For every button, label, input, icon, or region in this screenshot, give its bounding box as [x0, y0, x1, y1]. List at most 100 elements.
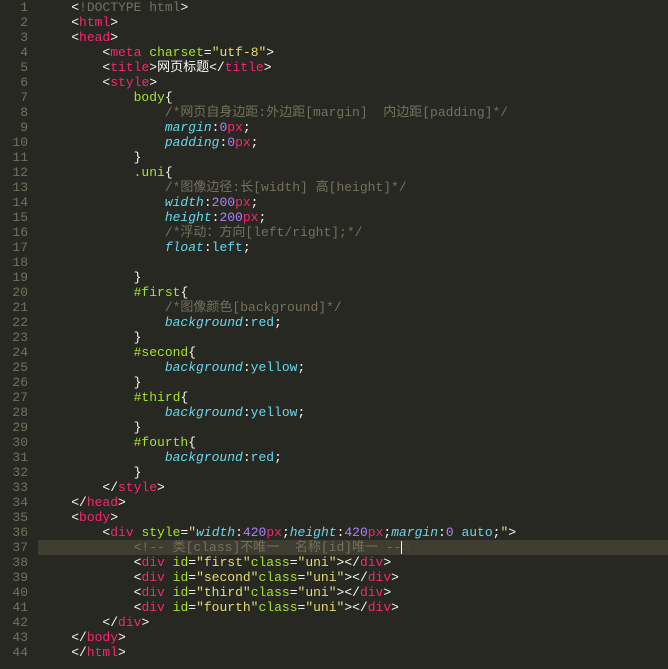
- code-line[interactable]: /*图像颜色[background]*/: [38, 300, 668, 315]
- token-pun: =: [188, 600, 196, 615]
- token-tag: style: [118, 480, 157, 495]
- token-pun: >: [110, 15, 118, 30]
- token-sel: #second: [134, 345, 189, 360]
- token-tag: title: [225, 60, 264, 75]
- line-number: 34: [0, 495, 28, 510]
- token-pun: >: [149, 75, 157, 90]
- code-line[interactable]: }: [38, 420, 668, 435]
- line-number: 37: [0, 540, 28, 555]
- token-attr: class: [259, 600, 298, 615]
- token-str: "uni": [298, 585, 337, 600]
- token-pun: ;: [274, 315, 282, 330]
- line-number: 31: [0, 450, 28, 465]
- code-line[interactable]: width:200px;: [38, 195, 668, 210]
- code-line[interactable]: background:red;: [38, 450, 668, 465]
- code-line[interactable]: <html>: [38, 15, 668, 30]
- code-line[interactable]: height:200px;: [38, 210, 668, 225]
- token-pun: >: [391, 570, 399, 585]
- token-sel: .uni: [134, 165, 165, 180]
- line-number: 3: [0, 30, 28, 45]
- code-line[interactable]: }: [38, 330, 668, 345]
- token-pun: 网页标题: [157, 60, 209, 75]
- token-tag: html: [87, 645, 118, 660]
- token-str: "third": [196, 585, 251, 600]
- code-line[interactable]: background:yellow;: [38, 360, 668, 375]
- token-prop: background: [165, 360, 243, 375]
- code-line[interactable]: <title>网页标题</title>: [38, 60, 668, 75]
- code-line[interactable]: background:red;: [38, 315, 668, 330]
- code-editor[interactable]: 1234567891011121314151617181920212223242…: [0, 0, 668, 669]
- token-unit: px: [266, 525, 282, 540]
- token-pun: }: [134, 465, 142, 480]
- token-unit: px: [368, 525, 384, 540]
- token-pun: >: [118, 630, 126, 645]
- token-unit: px: [243, 210, 259, 225]
- token-attr: class: [259, 570, 298, 585]
- code-line[interactable]: float:left;: [38, 240, 668, 255]
- code-line[interactable]: .uni{: [38, 165, 668, 180]
- line-number: 21: [0, 300, 28, 315]
- code-line[interactable]: <div id="first"class="uni"></div>: [38, 555, 668, 570]
- token-pun: ;: [282, 525, 290, 540]
- token-num: 200: [219, 210, 242, 225]
- code-line[interactable]: /*浮动：方向[left/right];*/: [38, 225, 668, 240]
- code-line[interactable]: <body>: [38, 510, 668, 525]
- line-number: 17: [0, 240, 28, 255]
- code-line[interactable]: <div id="third"class="uni"></div>: [38, 585, 668, 600]
- token-pun: ></: [344, 600, 367, 615]
- code-line[interactable]: }: [38, 465, 668, 480]
- code-line[interactable]: <!DOCTYPE html>: [38, 0, 668, 15]
- code-line[interactable]: </html>: [38, 645, 668, 660]
- code-line[interactable]: <style>: [38, 75, 668, 90]
- token-str: "utf-8": [212, 45, 267, 60]
- code-line[interactable]: </div>: [38, 615, 668, 630]
- code-line[interactable]: #second{: [38, 345, 668, 360]
- code-line[interactable]: <div id="second"class="uni"></div>: [38, 570, 668, 585]
- line-number: 35: [0, 510, 28, 525]
- token-com: /*图像边径:长[width] 高[height]*/: [165, 180, 407, 195]
- code-line[interactable]: #first{: [38, 285, 668, 300]
- line-number: 38: [0, 555, 28, 570]
- token-pun: ;: [251, 135, 259, 150]
- line-number: 23: [0, 330, 28, 345]
- token-pun: {: [180, 285, 188, 300]
- code-line[interactable]: /*网页自身边距:外边距[margin] 内边距[padding]*/: [38, 105, 668, 120]
- token-tag: head: [79, 30, 110, 45]
- code-line[interactable]: <head>: [38, 30, 668, 45]
- token-tag: html: [79, 15, 110, 30]
- code-line[interactable]: padding:0px;: [38, 135, 668, 150]
- code-line[interactable]: #fourth{: [38, 435, 668, 450]
- token-sel: #third: [134, 390, 181, 405]
- token-pun: {: [180, 390, 188, 405]
- code-line[interactable]: <div id="fourth"class="uni"></div>: [38, 600, 668, 615]
- token-pun: =: [188, 555, 196, 570]
- code-line[interactable]: [38, 255, 668, 270]
- code-line[interactable]: }: [38, 150, 668, 165]
- token-pun: </: [102, 615, 118, 630]
- token-str: ": [188, 525, 196, 540]
- token-pun: >: [110, 510, 118, 525]
- code-line[interactable]: <meta charset="utf-8">: [38, 45, 668, 60]
- code-line[interactable]: </head>: [38, 495, 668, 510]
- token-pun: ></: [337, 555, 360, 570]
- code-line[interactable]: /*图像边径:长[width] 高[height]*/: [38, 180, 668, 195]
- token-pun: </: [71, 630, 87, 645]
- token-str: "second": [196, 570, 258, 585]
- token-unit: px: [227, 120, 243, 135]
- code-line[interactable]: </style>: [38, 480, 668, 495]
- code-area[interactable]: <!DOCTYPE html> <html> <head> <meta char…: [38, 0, 668, 669]
- code-line[interactable]: }: [38, 375, 668, 390]
- code-line[interactable]: body{: [38, 90, 668, 105]
- code-line[interactable]: margin:0px;: [38, 120, 668, 135]
- token-pun: <: [71, 510, 79, 525]
- token-num: 420: [243, 525, 266, 540]
- line-number: 24: [0, 345, 28, 360]
- token-tag: div: [141, 555, 164, 570]
- code-line[interactable]: <!-- 类[class]不唯一 名称[id]唯一 -->: [38, 540, 668, 555]
- code-line[interactable]: </body>: [38, 630, 668, 645]
- code-line[interactable]: #third{: [38, 390, 668, 405]
- code-line[interactable]: <div style="width:420px;height:420px;mar…: [38, 525, 668, 540]
- code-line[interactable]: }: [38, 270, 668, 285]
- token-pun: ></: [344, 570, 367, 585]
- code-line[interactable]: background:yellow;: [38, 405, 668, 420]
